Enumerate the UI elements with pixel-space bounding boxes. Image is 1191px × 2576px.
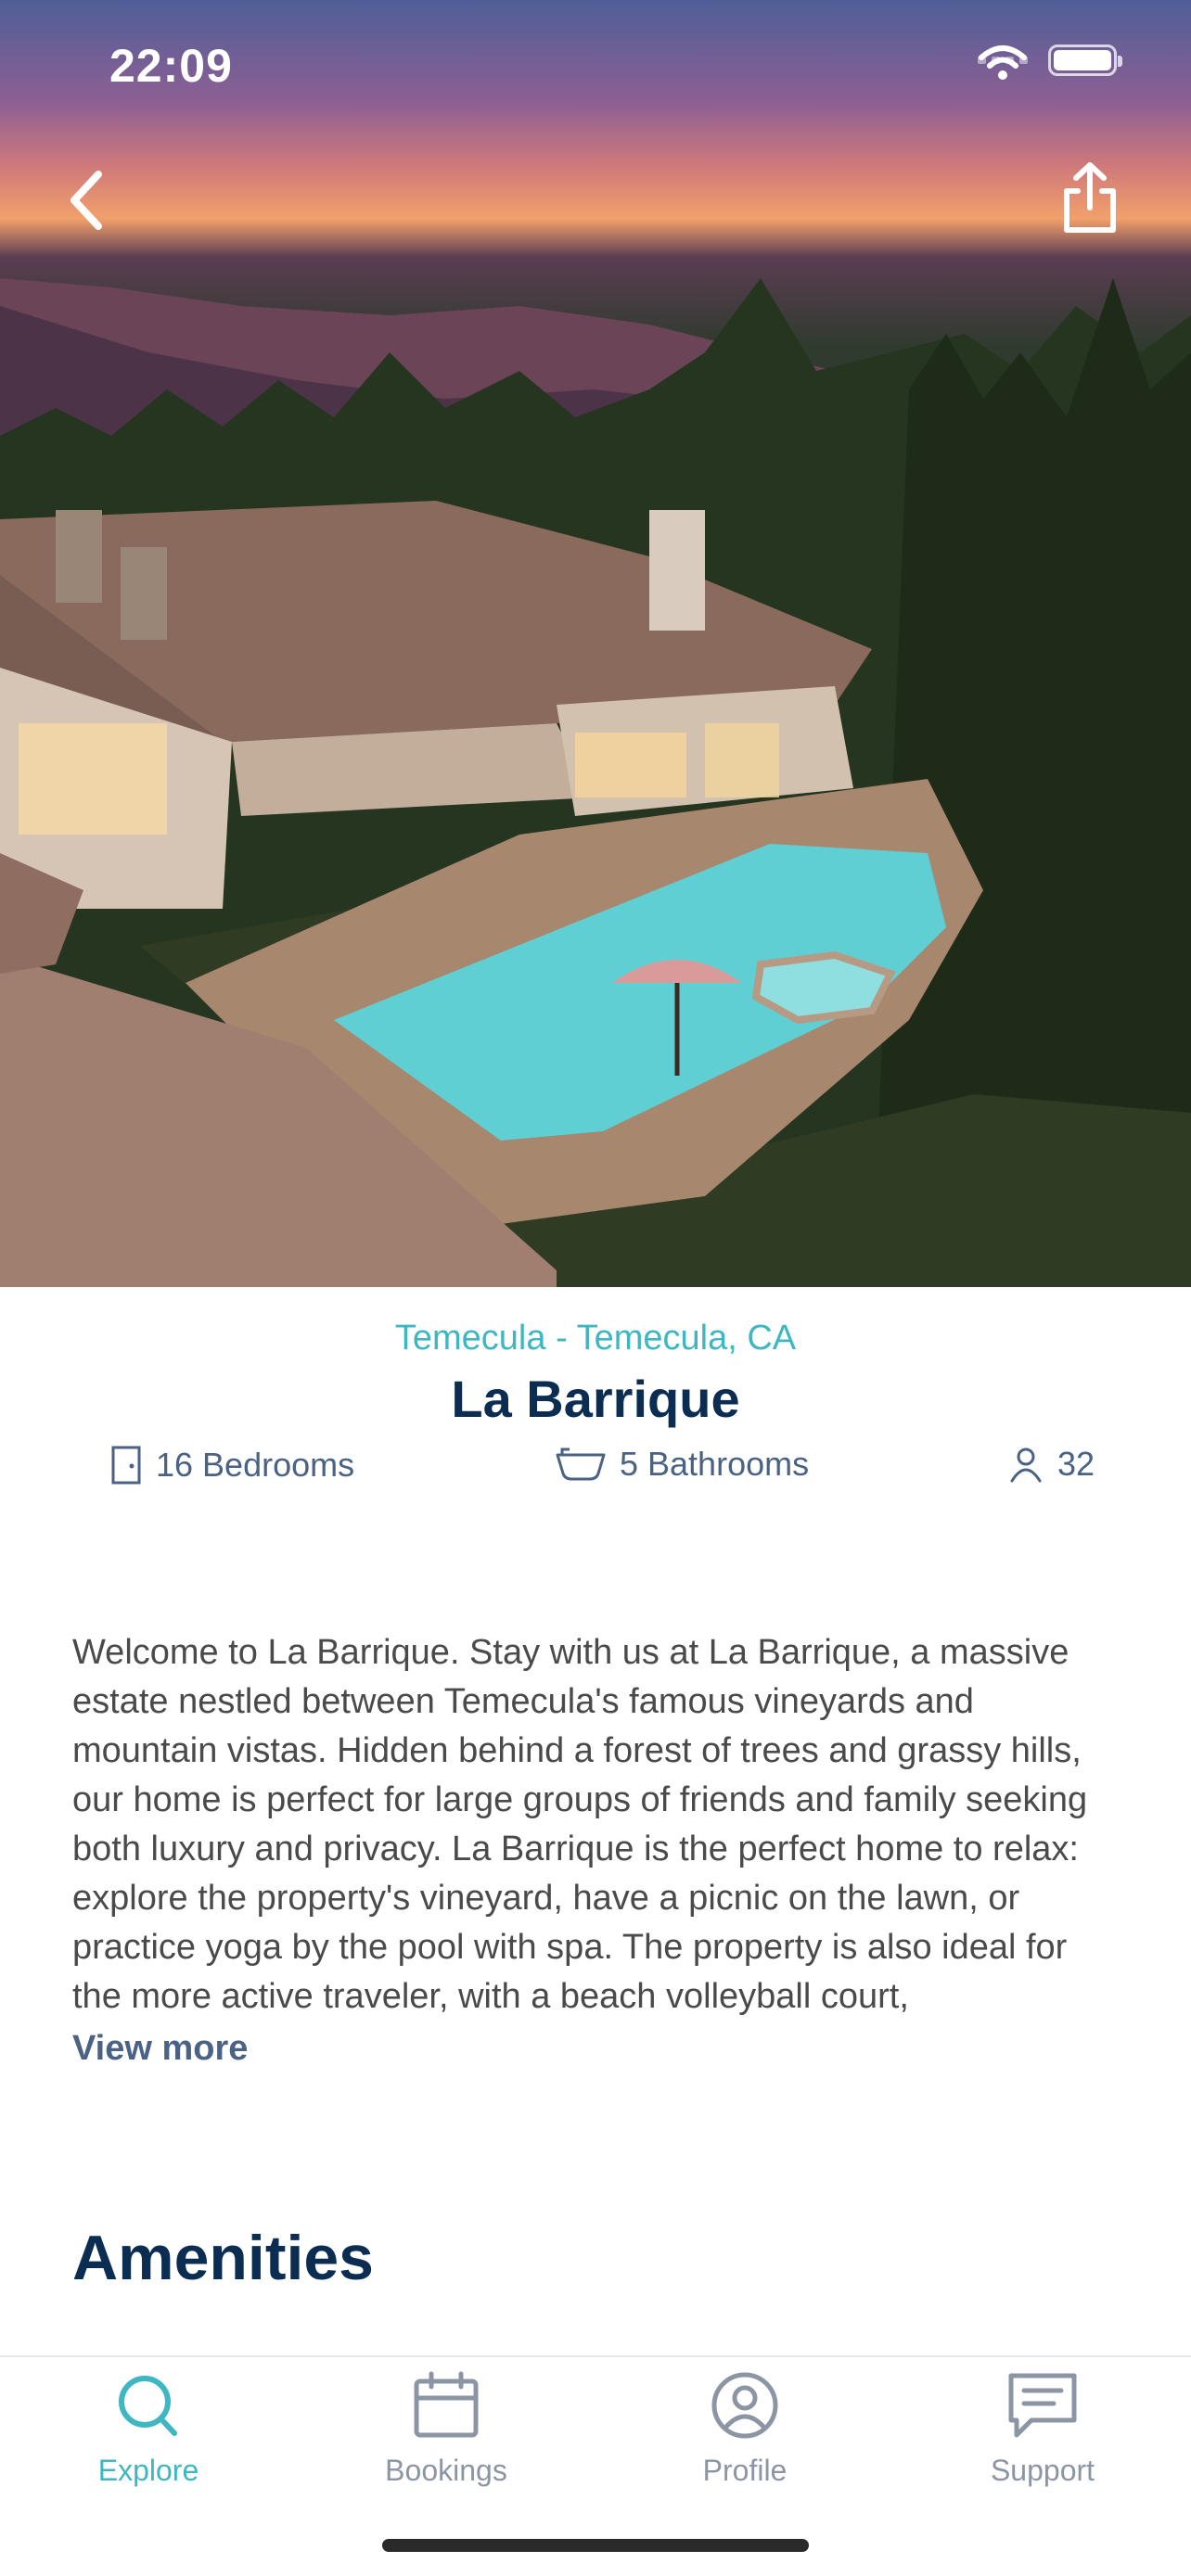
guests-stat: 32	[1007, 1445, 1095, 1484]
person-icon	[1010, 1447, 1042, 1483]
tab-support-label: Support	[990, 2454, 1095, 2487]
guests-label: 32	[1057, 1445, 1095, 1483]
property-photo: 22:09	[0, 0, 1191, 1287]
door-icon	[111, 1446, 141, 1485]
profile-icon	[711, 2372, 778, 2439]
tab-bookings[interactable]: Bookings	[344, 2370, 548, 2488]
home-indicator[interactable]	[382, 2539, 809, 2552]
view-more-link[interactable]: View more	[72, 2029, 248, 2069]
hero-illustration	[0, 278, 1191, 1287]
amenities-heading: Amenities	[72, 2223, 374, 2293]
property-name: La Barrique	[451, 1370, 740, 1428]
chevron-left-icon	[70, 171, 102, 230]
tab-profile[interactable]: Profile	[643, 2370, 847, 2488]
bedrooms-label: 16 Bedrooms	[156, 1446, 355, 1484]
status-indicators	[978, 45, 1122, 80]
tab-explore[interactable]: Explore	[46, 2370, 250, 2488]
wifi-icon	[979, 45, 1027, 80]
calendar-icon	[414, 2371, 479, 2438]
battery-icon	[1048, 45, 1122, 76]
tab-profile-label: Profile	[702, 2454, 788, 2487]
status-time: 22:09	[109, 40, 233, 92]
tab-support[interactable]: Support	[941, 2370, 1145, 2488]
chat-icon	[1008, 2373, 1077, 2438]
bathtub-icon	[556, 1447, 606, 1481]
share-button[interactable]	[1057, 159, 1122, 236]
bedrooms-stat: 16 Bedrooms	[109, 1445, 354, 1486]
bathrooms-stat: 5 Bathrooms	[555, 1445, 809, 1484]
property-location: Temecula - Temecula, CA	[394, 1319, 797, 1358]
tab-bookings-label: Bookings	[385, 2454, 507, 2487]
property-description: Welcome to La Barrique. Stay with us at …	[72, 1633, 1088, 2016]
search-icon	[119, 2376, 177, 2436]
bathrooms-label: 5 Bathrooms	[620, 1445, 810, 1483]
property-stats: 16 Bedrooms 5 Bathrooms 32	[0, 1445, 1191, 1497]
back-button[interactable]	[59, 163, 115, 237]
share-icon	[1064, 162, 1116, 233]
tab-explore-label: Explore	[97, 2454, 199, 2487]
